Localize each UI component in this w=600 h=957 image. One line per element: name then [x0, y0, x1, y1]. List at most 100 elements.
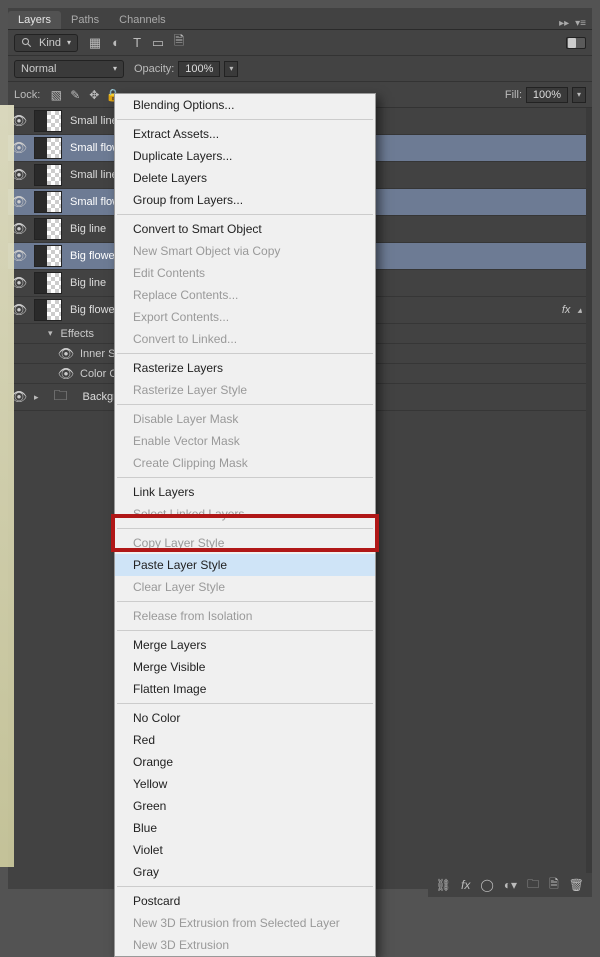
- collapse-icon[interactable]: ▸▸: [559, 18, 569, 29]
- menu-item: Export Contents...: [115, 306, 375, 328]
- visibility-toggle[interactable]: 👁: [56, 366, 76, 382]
- menu-item[interactable]: Yellow: [115, 773, 375, 795]
- group-icon[interactable]: 🗀: [527, 875, 539, 896]
- layer-thumbnail[interactable]: [34, 245, 62, 267]
- menu-item[interactable]: Link Layers: [115, 481, 375, 503]
- menu-item[interactable]: Extract Assets...: [115, 123, 375, 145]
- filter-toggle[interactable]: [566, 37, 586, 49]
- menu-item: Rasterize Layer Style: [115, 379, 375, 401]
- menu-item[interactable]: No Color: [115, 707, 375, 729]
- menu-item: Copy Layer Style: [115, 532, 375, 554]
- delete-icon[interactable]: 🗑: [569, 878, 584, 892]
- panel-tabs: Layers Paths Channels ▸▸ ▾≡: [8, 8, 592, 30]
- new-layer-icon[interactable]: 🗎: [549, 875, 559, 896]
- tab-layers[interactable]: Layers: [8, 11, 61, 29]
- opacity-dropdown[interactable]: ▾: [224, 61, 238, 77]
- chevron-right-icon[interactable]: ▸: [30, 392, 43, 403]
- menu-item[interactable]: Orange: [115, 751, 375, 773]
- menu-item[interactable]: Gray: [115, 861, 375, 883]
- menu-item[interactable]: Delete Layers: [115, 167, 375, 189]
- lock-paint-icon[interactable]: ✎: [67, 87, 83, 103]
- menu-item: New 3D Extrusion from Selected Layer: [115, 912, 375, 934]
- filter-row: Kind ▾ ▦ ◐ T ▭ 🗎: [8, 30, 592, 56]
- menu-item[interactable]: Rasterize Layers: [115, 357, 375, 379]
- layers-bottom-bar: ⛓ fx ◯ ◐▾ 🗀 🗎 🗑: [428, 873, 592, 897]
- menu-item[interactable]: Convert to Smart Object: [115, 218, 375, 240]
- menu-separator: [117, 119, 373, 120]
- lock-icons: ▧ ✎ ✥ 🔒: [48, 87, 121, 103]
- fill-label: Fill:: [505, 89, 522, 101]
- menu-item[interactable]: Flatten Image: [115, 678, 375, 700]
- menu-separator: [117, 601, 373, 602]
- filter-smart-icon[interactable]: 🗎: [170, 34, 188, 52]
- menu-separator: [117, 353, 373, 354]
- menu-item: Clear Layer Style: [115, 576, 375, 598]
- lock-move-icon[interactable]: ✥: [86, 87, 102, 103]
- menu-item: Release from Isolation: [115, 605, 375, 627]
- layer-thumbnail[interactable]: [34, 191, 62, 213]
- menu-item[interactable]: Merge Visible: [115, 656, 375, 678]
- menu-separator: [117, 214, 373, 215]
- menu-item[interactable]: Duplicate Layers...: [115, 145, 375, 167]
- fill-input[interactable]: 100%: [526, 87, 568, 103]
- opacity-label: Opacity:: [134, 63, 174, 75]
- link-layers-icon[interactable]: ⛓: [436, 878, 451, 892]
- menu-separator: [117, 703, 373, 704]
- search-icon: [21, 37, 33, 49]
- scrollbar[interactable]: [586, 108, 592, 889]
- menu-item[interactable]: Blending Options...: [115, 94, 375, 116]
- visibility-toggle[interactable]: 👁: [56, 346, 76, 362]
- kind-label: Kind: [39, 37, 61, 49]
- opacity-input[interactable]: 100%: [178, 61, 220, 77]
- menu-separator: [117, 630, 373, 631]
- chevron-down-icon[interactable]: ▾: [44, 328, 57, 339]
- menu-item[interactable]: Paste Layer Style: [115, 554, 375, 576]
- menu-separator: [117, 477, 373, 478]
- layer-thumbnail[interactable]: [34, 110, 62, 132]
- chevron-down-icon: ▾: [113, 64, 117, 73]
- blend-mode-value: Normal: [21, 63, 56, 75]
- menu-item: Enable Vector Mask: [115, 430, 375, 452]
- blend-mode-select[interactable]: Normal ▾: [14, 60, 124, 78]
- fill-dropdown[interactable]: ▾: [572, 87, 586, 103]
- menu-item[interactable]: Red: [115, 729, 375, 751]
- layer-thumbnail[interactable]: [34, 164, 62, 186]
- lock-label: Lock:: [14, 89, 40, 101]
- layer-thumbnail[interactable]: [34, 218, 62, 240]
- menu-separator: [117, 404, 373, 405]
- kind-filter[interactable]: Kind ▾: [14, 34, 78, 52]
- menu-item: Convert to Linked...: [115, 328, 375, 350]
- layer-thumbnail[interactable]: [34, 272, 62, 294]
- menu-item[interactable]: Merge Layers: [115, 634, 375, 656]
- layer-context-menu: Blending Options... Extract Assets...Dupl…: [114, 93, 376, 957]
- filter-shape-icon[interactable]: ▭: [149, 34, 167, 52]
- filter-type-icon[interactable]: T: [128, 34, 146, 52]
- menu-item[interactable]: Postcard: [115, 890, 375, 912]
- blend-row: Normal ▾ Opacity: 100% ▾: [8, 56, 592, 82]
- menu-separator: [117, 886, 373, 887]
- chevron-down-icon: ▾: [67, 38, 71, 47]
- panel-menu-icon[interactable]: ▾≡: [575, 18, 586, 29]
- menu-item[interactable]: Violet: [115, 839, 375, 861]
- filter-pixel-icon[interactable]: ▦: [86, 34, 104, 52]
- menu-item: Edit Contents: [115, 262, 375, 284]
- mask-icon[interactable]: ◯: [480, 878, 493, 892]
- menu-item: Select Linked Layers: [115, 503, 375, 525]
- canvas-edge: [0, 105, 14, 867]
- filter-icons: ▦ ◐ T ▭ 🗎: [86, 34, 188, 52]
- tab-paths[interactable]: Paths: [61, 11, 109, 29]
- adjustment-icon[interactable]: ◐▾: [504, 878, 517, 892]
- fx-icon[interactable]: fx: [461, 878, 470, 892]
- menu-item: New Smart Object via Copy: [115, 240, 375, 262]
- menu-item[interactable]: Green: [115, 795, 375, 817]
- filter-adjust-icon[interactable]: ◐: [107, 34, 125, 52]
- menu-item: Disable Layer Mask: [115, 408, 375, 430]
- layer-thumbnail[interactable]: [34, 137, 62, 159]
- menu-item: New 3D Extrusion: [115, 934, 375, 956]
- menu-item[interactable]: Blue: [115, 817, 375, 839]
- layer-thumbnail[interactable]: [34, 299, 62, 321]
- panel-menu-area: ▸▸ ▾≡: [559, 18, 592, 29]
- lock-transparent-icon[interactable]: ▧: [48, 87, 64, 103]
- tab-channels[interactable]: Channels: [109, 11, 175, 29]
- menu-item[interactable]: Group from Layers...: [115, 189, 375, 211]
